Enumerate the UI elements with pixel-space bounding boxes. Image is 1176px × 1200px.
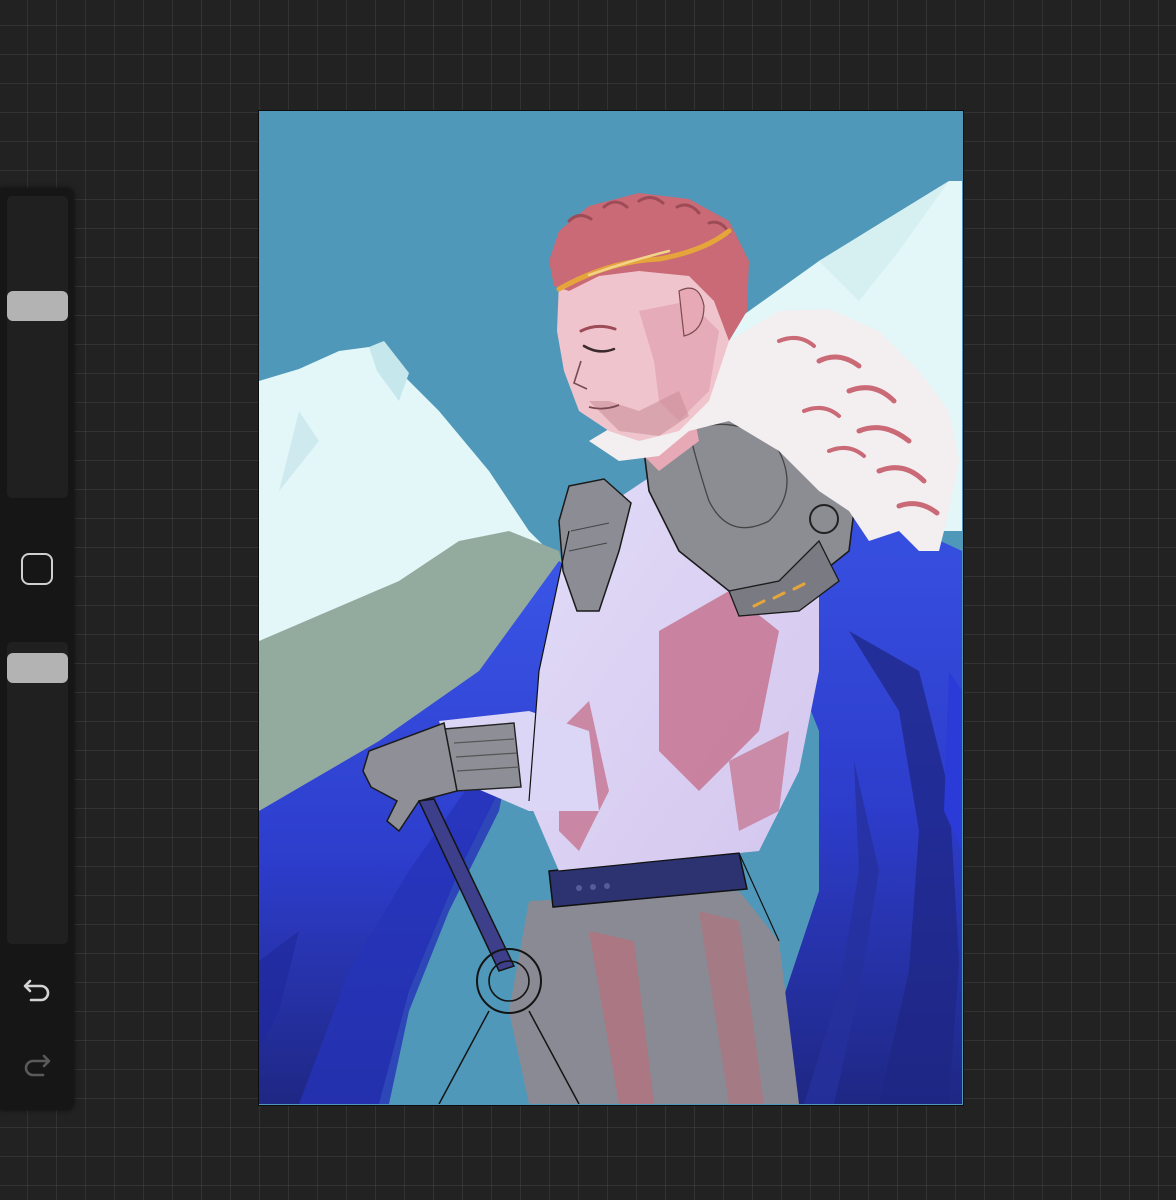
brush-size-slider-thumb[interactable] [7,291,68,322]
modify-button[interactable] [21,553,53,585]
undo-button[interactable] [17,971,57,1007]
sidebar [0,188,74,1110]
artwork-canvas[interactable] [258,110,964,1106]
artwork-illustration [259,111,962,1104]
brush-opacity-slider[interactable] [7,642,68,944]
redo-icon [24,1054,51,1077]
brush-size-slider[interactable] [7,196,68,498]
brush-opacity-slider-thumb[interactable] [7,652,68,683]
redo-button[interactable] [17,1046,57,1082]
canvas-workspace[interactable] [0,0,1176,1200]
undo-icon [23,979,50,1002]
